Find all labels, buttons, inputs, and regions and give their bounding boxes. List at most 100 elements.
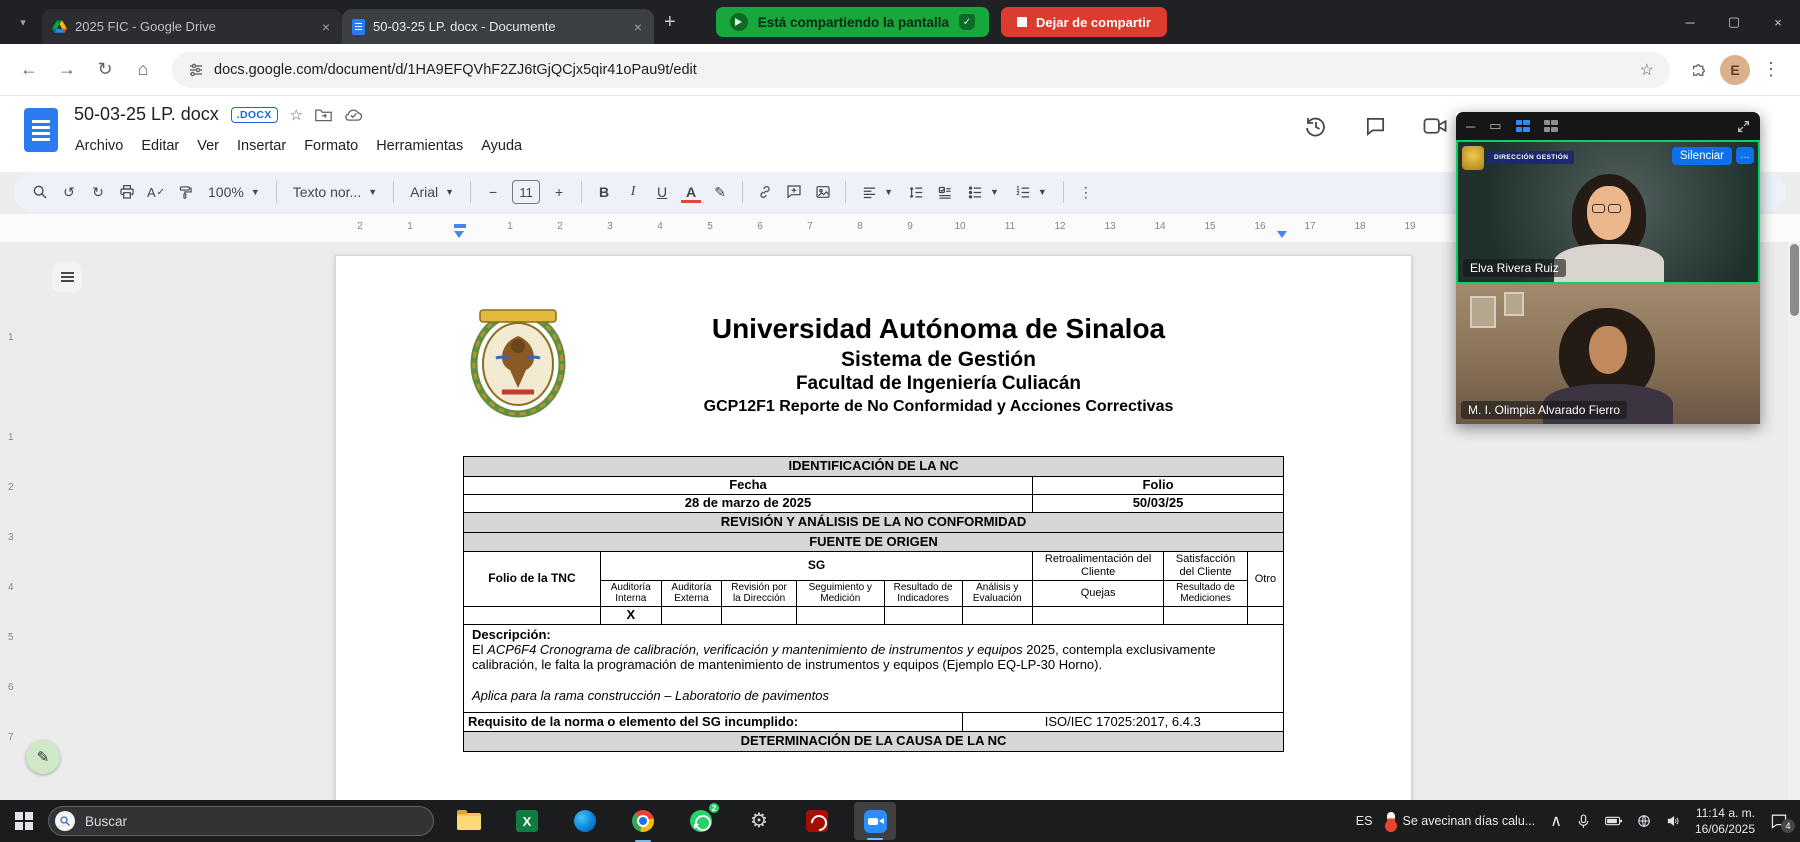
print-icon[interactable]: [113, 178, 141, 206]
toolbar-overflow-icon[interactable]: ⋮: [1072, 178, 1100, 206]
taskbar-clock[interactable]: 11:14 a. m. 16/06/2025: [1695, 805, 1755, 837]
hidden-icons-chevron[interactable]: ∧: [1550, 811, 1562, 831]
star-icon[interactable]: ☆: [290, 106, 303, 124]
home-icon[interactable]: ⌂: [126, 53, 160, 87]
font-size-increase[interactable]: +: [545, 178, 573, 206]
profile-avatar[interactable]: E: [1720, 54, 1750, 85]
menu-herramientas[interactable]: Herramientas: [367, 134, 472, 158]
paint-format-icon[interactable]: [171, 178, 199, 206]
browser-tab-drive[interactable]: 2025 FIC - Google Drive ×: [42, 9, 342, 44]
edge-icon[interactable]: [564, 800, 606, 842]
underline-button[interactable]: U: [648, 178, 676, 206]
taskbar-search-box[interactable]: Buscar: [48, 806, 434, 836]
tab-close-icon[interactable]: ×: [632, 19, 644, 35]
menu-ver[interactable]: Ver: [188, 134, 228, 158]
font-family-select[interactable]: Arial ▼: [402, 178, 462, 206]
close-icon[interactable]: ×: [1756, 0, 1800, 44]
file-explorer-icon[interactable]: [448, 800, 490, 842]
font-size-decrease[interactable]: −: [479, 178, 507, 206]
line-spacing-icon[interactable]: [902, 178, 930, 206]
tab-search-icon[interactable]: ▾: [10, 9, 36, 35]
volume-icon[interactable]: [1666, 814, 1680, 828]
whatsapp-icon[interactable]: 2: [680, 800, 722, 842]
menu-archivo[interactable]: Archivo: [66, 134, 132, 158]
zoom-speaker-view-icon[interactable]: ▭: [1489, 118, 1501, 134]
back-icon[interactable]: ←: [12, 53, 46, 87]
forward-icon[interactable]: →: [50, 53, 84, 87]
redo-icon[interactable]: ↻: [84, 178, 112, 206]
document-outline-icon[interactable]: [52, 262, 82, 292]
zoom-video-tile-active-speaker[interactable]: DIRECCIÓN GESTIÓN Silenciar … Elva River…: [1456, 140, 1760, 284]
highlight-button[interactable]: ✎: [706, 178, 734, 206]
minimize-icon[interactable]: ─: [1668, 0, 1712, 44]
google-docs-logo[interactable]: [24, 108, 58, 152]
ruler-number: 8: [857, 221, 863, 232]
bookmark-star-icon[interactable]: ☆: [1640, 60, 1654, 80]
checklist-icon[interactable]: [931, 178, 959, 206]
extensions-puzzle-icon[interactable]: [1682, 53, 1716, 87]
excel-icon[interactable]: X: [506, 800, 548, 842]
new-tab-button[interactable]: +: [664, 11, 676, 34]
acrobat-icon[interactable]: [796, 800, 838, 842]
zoom-grid-view-icon[interactable]: [1543, 120, 1558, 132]
right-indent-marker[interactable]: [1277, 231, 1287, 238]
bulleted-list-icon[interactable]: ▼: [960, 178, 1007, 206]
text-color-button[interactable]: A: [677, 178, 705, 206]
browser-menu-kebab-icon[interactable]: ⋮: [1754, 53, 1788, 87]
scrollbar[interactable]: [1788, 242, 1800, 800]
zoom-video-tile[interactable]: M. I. Olimpia Alvarado Fierro: [1456, 284, 1760, 424]
comments-icon[interactable]: [1364, 115, 1387, 138]
zoom-gallery-view-icon[interactable]: [1515, 120, 1530, 132]
undo-icon[interactable]: ↺: [55, 178, 83, 206]
bold-button[interactable]: B: [590, 178, 618, 206]
menu-formato[interactable]: Formato: [295, 134, 367, 158]
italic-button[interactable]: I: [619, 178, 647, 206]
zoom-select[interactable]: 100% ▼: [200, 178, 268, 206]
zoom-fullscreen-icon[interactable]: [1737, 120, 1750, 133]
menu-ayuda[interactable]: Ayuda: [472, 134, 531, 158]
language-indicator[interactable]: ES: [1356, 814, 1373, 828]
video-call-icon[interactable]: [1423, 115, 1448, 137]
document-page[interactable]: Universidad Autónoma de Sinaloa Sistema …: [335, 255, 1412, 800]
spellcheck-icon[interactable]: A ✓: [142, 178, 170, 206]
browser-tab-document[interactable]: 50-03-25 LP. docx - Documente ×: [342, 9, 654, 44]
first-line-indent-marker[interactable]: [454, 224, 466, 228]
menu-editar[interactable]: Editar: [132, 134, 188, 158]
weather-widget[interactable]: Se avecinan días calu...: [1385, 812, 1535, 832]
stop-sharing-button[interactable]: Dejar de compartir: [1001, 7, 1167, 37]
search-menus-icon[interactable]: [26, 178, 54, 206]
microphone-icon[interactable]: [1577, 813, 1590, 829]
mute-button[interactable]: Silenciar: [1671, 147, 1732, 165]
align-select[interactable]: ▼: [854, 178, 901, 206]
url-omnibox[interactable]: docs.google.com/document/d/1HA9EFQVhF2ZJ…: [172, 51, 1670, 88]
reload-icon[interactable]: ↻: [88, 53, 122, 87]
network-globe-icon[interactable]: [1637, 814, 1651, 828]
scrollbar-thumb[interactable]: [1790, 244, 1799, 316]
font-size-input[interactable]: 11: [512, 180, 541, 204]
paragraph-style-select[interactable]: Texto nor... ▼: [285, 178, 385, 206]
vertical-ruler[interactable]: 1 1 2 3 4 5 6 7: [0, 242, 26, 800]
zoom-minimize-icon[interactable]: ─: [1466, 119, 1475, 134]
tab-close-icon[interactable]: ×: [320, 19, 332, 35]
menu-insertar[interactable]: Insertar: [228, 134, 295, 158]
settings-gear-icon[interactable]: ⚙: [738, 800, 780, 842]
move-folder-icon[interactable]: [315, 108, 332, 122]
insert-link-icon[interactable]: [751, 178, 779, 206]
ruler-number: 3: [607, 221, 613, 232]
numbered-list-icon[interactable]: 12 ▼: [1008, 178, 1055, 206]
maximize-icon[interactable]: ▢: [1712, 0, 1756, 44]
add-comment-icon[interactable]: [780, 178, 808, 206]
insert-image-icon[interactable]: [809, 178, 837, 206]
zoom-app-icon[interactable]: [854, 802, 896, 840]
battery-icon[interactable]: [1604, 815, 1622, 827]
notification-center-icon[interactable]: 4: [1770, 813, 1795, 833]
cloud-saved-icon[interactable]: [344, 108, 363, 122]
document-title[interactable]: 50-03-25 LP. docx: [74, 104, 219, 125]
version-history-icon[interactable]: [1304, 114, 1328, 138]
editing-mode-pencil-button[interactable]: ✎: [26, 740, 60, 774]
ruler-number: 2: [8, 482, 14, 493]
start-button[interactable]: [0, 800, 48, 842]
participant-more-icon[interactable]: …: [1736, 147, 1754, 164]
chrome-icon[interactable]: [622, 800, 664, 842]
left-indent-marker[interactable]: [454, 231, 464, 238]
